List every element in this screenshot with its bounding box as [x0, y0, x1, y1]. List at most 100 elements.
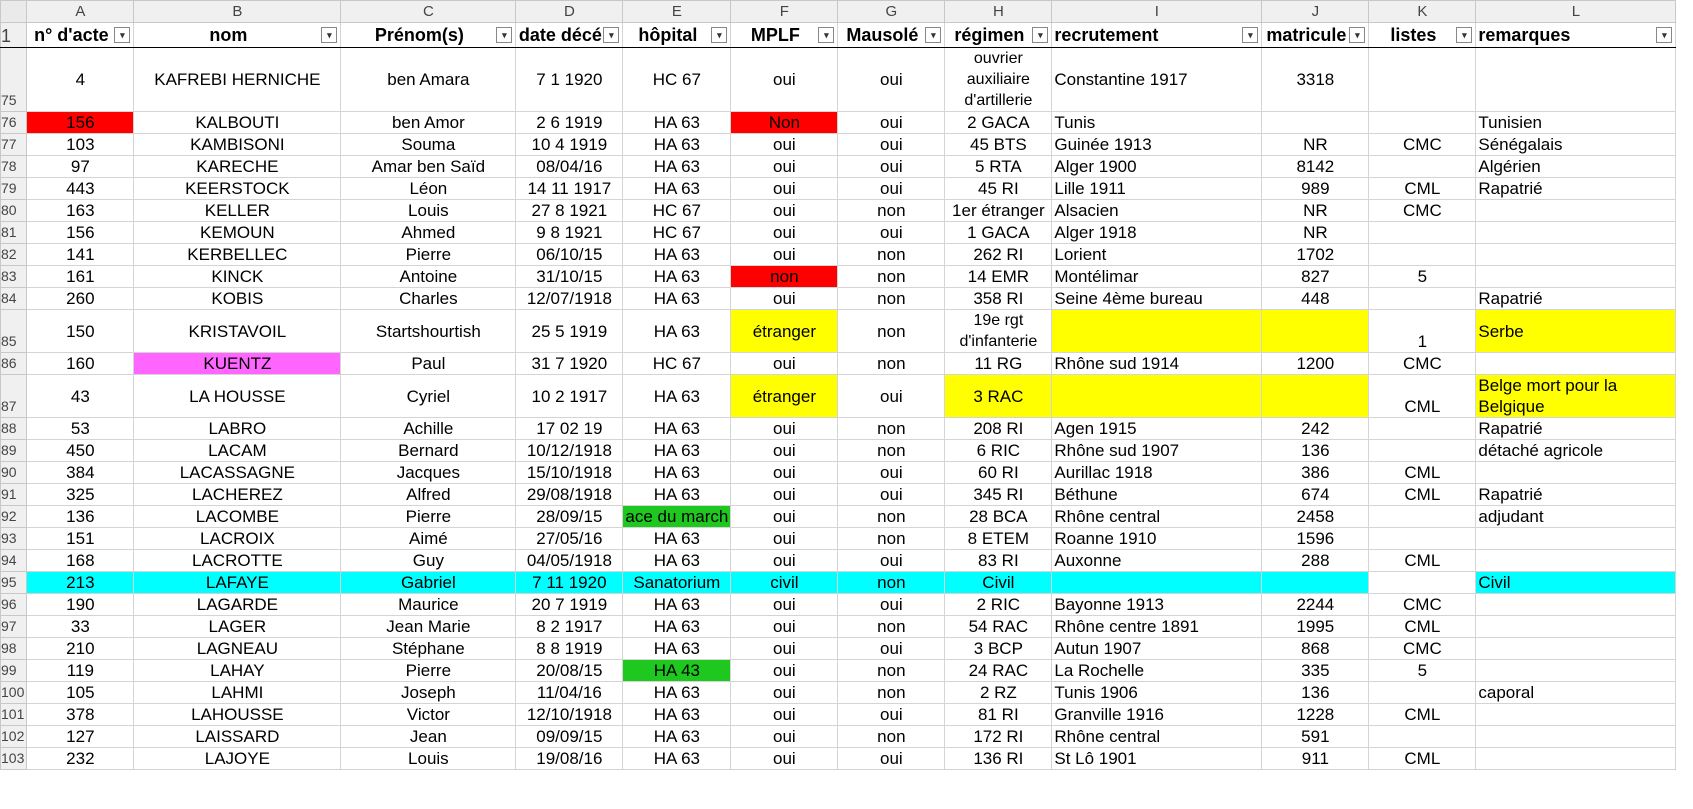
cell-mplf[interactable]: oui [730, 505, 839, 528]
cell-recrutement[interactable]: Bayonne 1913 [1051, 593, 1263, 616]
cell-prenom[interactable]: Bernard [340, 439, 517, 462]
cell-date-deces[interactable]: 17 02 19 [515, 417, 624, 440]
cell-mplf[interactable]: oui [730, 199, 839, 222]
cell-regiment[interactable]: 136 RI [944, 747, 1053, 770]
cell-nom[interactable]: KELLER [133, 199, 342, 222]
cell-listes[interactable] [1368, 47, 1477, 112]
cell-acte-number[interactable]: 156 [26, 221, 135, 244]
row-number[interactable]: 96 [0, 593, 28, 616]
cell-hopital[interactable]: HA 63 [622, 461, 732, 484]
row-number[interactable]: 1 [0, 22, 28, 48]
cell-mplf[interactable]: oui [730, 352, 839, 375]
cell-prenom[interactable]: Achille [340, 417, 517, 440]
cell-nom[interactable]: LA HOUSSE [133, 374, 342, 418]
cell-date-deces[interactable]: 15/10/1918 [515, 461, 624, 484]
cell-acte-number[interactable]: 378 [26, 703, 135, 726]
cell-mplf[interactable]: oui [730, 637, 839, 660]
row-number[interactable]: 78 [0, 155, 28, 178]
cell-date-deces[interactable]: 06/10/15 [515, 243, 624, 266]
cell-date-deces[interactable]: 12/10/1918 [515, 703, 624, 726]
cell-prenom[interactable]: Paul [340, 352, 517, 375]
cell-remarques[interactable] [1475, 747, 1677, 770]
cell-mplf[interactable]: oui [730, 47, 839, 112]
cell-prenom[interactable]: Pierre [340, 243, 517, 266]
cell-matricule[interactable]: 335 [1261, 659, 1370, 682]
cell-nom[interactable]: LACHEREZ [133, 483, 342, 506]
cell-acte-number[interactable]: 168 [26, 549, 135, 572]
cell-mplf[interactable]: étranger [730, 374, 839, 418]
cell-recrutement[interactable]: Béthune [1051, 483, 1263, 506]
cell-acte-number[interactable]: 150 [26, 309, 135, 353]
cell-recrutement[interactable]: Montélimar [1051, 265, 1263, 288]
cell-mausolee[interactable]: oui [837, 155, 946, 178]
cell-listes[interactable] [1368, 221, 1477, 244]
cell-recrutement[interactable]: Rhône sud 1914 [1051, 352, 1263, 375]
cell-prenom[interactable]: ben Amor [340, 111, 517, 134]
cell-matricule[interactable]: 2458 [1261, 505, 1370, 528]
cell-nom[interactable]: LACROIX [133, 527, 342, 550]
cell-hopital[interactable]: HA 43 [622, 659, 732, 682]
column-header[interactable]: B [133, 0, 342, 23]
cell-regiment[interactable]: 8 ETEM [944, 527, 1053, 550]
header-mausolee[interactable]: Mausolé ▾ [837, 22, 946, 48]
cell-regiment[interactable]: 2 RIC [944, 593, 1053, 616]
cell-prenom[interactable]: Alfred [340, 483, 517, 506]
cell-listes[interactable]: CMC [1368, 199, 1477, 222]
cell-date-deces[interactable]: 11/04/16 [515, 681, 624, 704]
cell-hopital[interactable]: HA 63 [622, 527, 732, 550]
cell-acte-number[interactable]: 33 [26, 615, 135, 638]
cell-listes[interactable]: CML [1368, 549, 1477, 572]
cell-matricule[interactable]: 8142 [1261, 155, 1370, 178]
cell-mausolee[interactable]: oui [837, 483, 946, 506]
cell-nom[interactable]: LACAM [133, 439, 342, 462]
cell-recrutement[interactable]: Tunis [1051, 111, 1263, 134]
cell-acte-number[interactable]: 105 [26, 681, 135, 704]
cell-nom[interactable]: LACROTTE [133, 549, 342, 572]
cell-listes[interactable]: CML [1368, 483, 1477, 506]
cell-acte-number[interactable]: 127 [26, 725, 135, 748]
cell-mplf[interactable]: oui [730, 747, 839, 770]
cell-date-deces[interactable]: 10 2 1917 [515, 374, 624, 418]
cell-matricule[interactable]: 1200 [1261, 352, 1370, 375]
cell-remarques[interactable]: Rapatrié [1475, 287, 1677, 310]
cell-nom[interactable]: KERBELLEC [133, 243, 342, 266]
header-regiment[interactable]: régimen ▾ [944, 22, 1053, 48]
cell-prenom[interactable]: Guy [340, 549, 517, 572]
cell-recrutement[interactable]: Lorient [1051, 243, 1263, 266]
cell-mplf[interactable]: oui [730, 483, 839, 506]
cell-recrutement[interactable]: Aurillac 1918 [1051, 461, 1263, 484]
cell-nom[interactable]: LAJOYE [133, 747, 342, 770]
column-header[interactable]: L [1475, 0, 1677, 23]
cell-mausolee[interactable]: non [837, 505, 946, 528]
cell-prenom[interactable]: Antoine [340, 265, 517, 288]
cell-listes[interactable]: CML [1368, 615, 1477, 638]
cell-date-deces[interactable]: 14 11 1917 [515, 177, 624, 200]
cell-mplf[interactable]: oui [730, 615, 839, 638]
cell-remarques[interactable]: Sénégalais [1475, 133, 1677, 156]
cell-listes[interactable]: 1 [1368, 309, 1477, 353]
cell-mausolee[interactable]: non [837, 659, 946, 682]
cell-acte-number[interactable]: 97 [26, 155, 135, 178]
row-number[interactable]: 75 [0, 47, 28, 112]
cell-hopital[interactable]: HA 63 [622, 243, 732, 266]
cell-regiment[interactable]: 81 RI [944, 703, 1053, 726]
cell-regiment[interactable]: 11 RG [944, 352, 1053, 375]
cell-date-deces[interactable]: 2 6 1919 [515, 111, 624, 134]
cell-prenom[interactable]: Cyriel [340, 374, 517, 418]
cell-hopital[interactable]: ace du march [622, 505, 732, 528]
cell-nom[interactable]: LAHMI [133, 681, 342, 704]
column-header[interactable]: G [837, 0, 946, 23]
cell-listes[interactable]: CML [1368, 747, 1477, 770]
cell-remarques[interactable]: Tunisien [1475, 111, 1677, 134]
cell-matricule[interactable]: 1596 [1261, 527, 1370, 550]
cell-remarques[interactable]: Algérien [1475, 155, 1677, 178]
cell-hopital[interactable]: HA 63 [622, 155, 732, 178]
cell-mausolee[interactable]: non [837, 309, 946, 353]
header-matricule[interactable]: matricule ▾ [1261, 22, 1370, 48]
row-number[interactable]: 94 [0, 549, 28, 572]
cell-regiment[interactable]: 6 RIC [944, 439, 1053, 462]
row-number[interactable]: 76 [0, 111, 28, 134]
cell-mplf[interactable]: oui [730, 287, 839, 310]
cell-mausolee[interactable]: oui [837, 374, 946, 418]
filter-dropdown-icon[interactable]: ▾ [1242, 27, 1259, 43]
